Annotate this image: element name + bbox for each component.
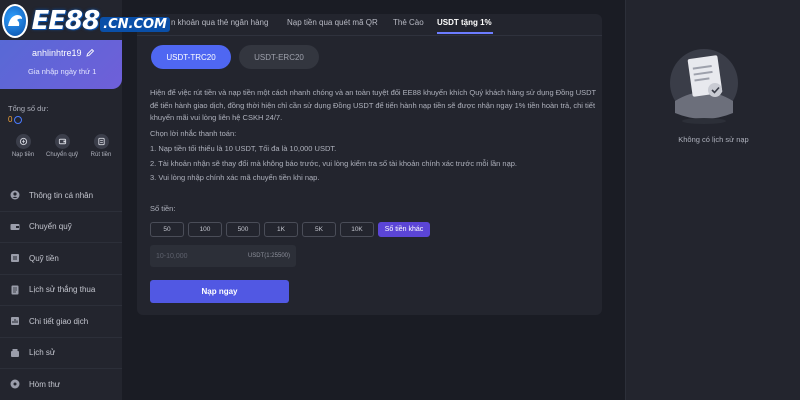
logo-emblem [2,4,29,38]
transfer-icon [54,134,70,149]
amount-chip-100[interactable]: 100 [188,222,222,237]
sidebar: anhlinhtre19 Gia nhập ngày thứ 1 Tổng số… [0,0,122,400]
sidebar-item-fund[interactable]: Quỹ tiền [0,243,122,275]
sidebar-item-win-loss-history[interactable]: Lịch sử thắng thua [0,275,122,306]
logo-domain: .CN.COM [100,16,170,32]
sidebar-item-transfer[interactable]: Chuyển quỹ [0,212,122,243]
history-icon [10,348,20,358]
transfer-icon [10,222,20,232]
balance-row: 0 [8,115,23,124]
sidebar-item-label: Chuyển quỹ [29,222,72,232]
amount-chip-5k[interactable]: 5K [302,222,336,237]
sidebar-item-history[interactable]: Lịch sử [0,338,122,369]
tab-qr-deposit[interactable]: Nạp tiền qua quét mã QR [287,18,378,27]
payment-notes: 1. Nạp tiền tối thiểu là 10 USDT, Tối đa… [150,143,598,187]
document-icon [10,285,20,295]
refresh-icon[interactable] [14,115,23,124]
amount-chip-1k[interactable]: 1K [264,222,298,237]
edit-icon[interactable] [85,48,95,58]
balance-value: 0 [8,115,13,124]
quick-action-label: Chuyển quỹ [45,152,79,158]
join-day-text: Gia nhập ngày thứ 1 [28,67,97,76]
tab-divider [137,35,602,36]
amount-chip-500[interactable]: 500 [226,222,260,237]
amount-label: Số tiền: [150,204,176,213]
note-item: 1. Nạp tiền tối thiểu là 10 USDT, Tối đa… [150,144,337,153]
chart-icon [10,316,20,326]
deposit-panel: n khoản qua thẻ ngân hàng Nạp tiền qua q… [137,14,602,315]
deposit-history-panel: Không có lịch sử nạp [625,0,800,400]
quick-actions: Nạp tiền Chuyển quỹ Rút tiền [6,134,118,158]
amount-chips: 50 100 500 1K 5K 10K Số tiền khác [150,222,430,237]
quick-action-deposit[interactable]: Nạp tiền [6,134,40,158]
network-erc20-button[interactable]: USDT-ERC20 [239,45,319,69]
sidebar-item-transactions[interactable]: Chi tiết giao dịch [0,306,122,338]
withdraw-icon [93,134,109,149]
quick-action-transfer[interactable]: Chuyển quỹ [45,134,79,158]
sidebar-item-label: Quỹ tiền [29,253,59,263]
username: anhlinhtre19 [32,48,82,58]
username-row: anhlinhtre19 [32,48,95,58]
note-item: 2. Tài khoản nhận sẽ thay đổi mà không b… [150,158,518,168]
sidebar-item-label: Lịch sử [29,348,56,358]
note-item: 3. Vui lòng nhập chính xác mã chuyển tiề… [150,173,320,182]
brand-logo[interactable]: EE88 .CN.COM [0,0,170,42]
sidebar-menu: Thông tin cá nhân Chuyển quỹ Quỹ tiền Lị… [0,180,122,400]
sidebar-item-profile[interactable]: Thông tin cá nhân [0,180,122,212]
mail-icon [10,379,20,389]
amount-other-button[interactable]: Số tiền khác [378,222,430,237]
payment-reminder-label: Chọn lời nhắc thanh toán: [150,129,237,138]
balance-label: Tổng số dư: [8,104,49,113]
tab-bank-transfer[interactable]: n khoản qua thẻ ngân hàng [171,18,268,27]
quick-action-withdraw[interactable]: Rút tiền [84,134,118,158]
sidebar-item-label: Hòm thư [29,379,61,389]
fund-icon [10,253,20,263]
user-icon [10,190,20,200]
empty-history-icon [670,49,738,124]
sidebar-item-mailbox[interactable]: Hòm thư [0,369,122,400]
sidebar-item-label: Chi tiết giao dịch [29,316,89,326]
network-trc20-button[interactable]: USDT-TRC20 [151,45,231,69]
sidebar-item-label: Thông tin cá nhân [29,190,94,200]
usdt-intro-text: Hiện để việc rút tiền và nạp tiền một cá… [150,88,596,122]
wallet-icon [15,134,31,149]
tab-scratch-card[interactable]: Thẻ Cào [393,18,424,27]
user-card: anhlinhtre19 Gia nhập ngày thứ 1 [0,40,122,89]
deposit-now-button[interactable]: Nạp ngay [150,280,289,303]
logo-text: EE88 [31,6,100,36]
tab-usdt[interactable]: USDT tặng 1% [437,18,492,27]
quick-action-label: Nạp tiền [11,152,35,158]
amount-input[interactable]: 10-10,000 USDT(1:25500) [150,245,296,267]
amount-chip-10k[interactable]: 10K [340,222,374,237]
amount-chip-50[interactable]: 50 [150,222,184,237]
amount-unit: USDT(1:25500) [247,253,290,259]
sidebar-item-label: Lịch sử thắng thua [29,285,96,295]
deposit-tabs: n khoản qua thẻ ngân hàng Nạp tiền qua q… [137,14,602,36]
amount-placeholder: 10-10,000 [156,252,188,260]
empty-history-text: Không có lịch sử nạp [678,135,749,144]
active-tab-indicator [437,32,493,34]
quick-action-label: Rút tiền [90,152,112,158]
